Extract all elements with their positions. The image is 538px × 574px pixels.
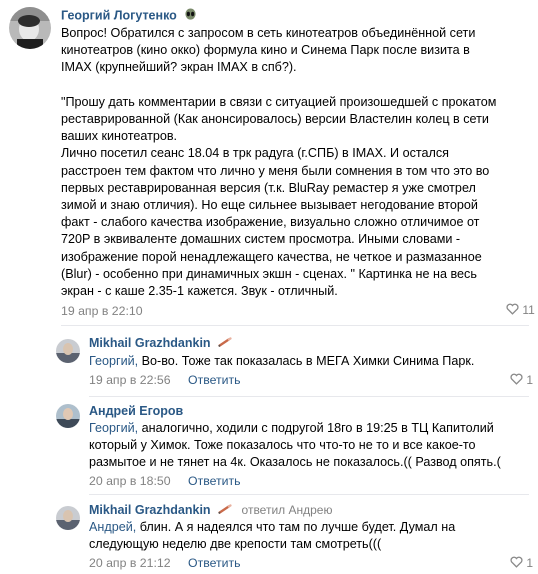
avatar[interactable] bbox=[56, 404, 80, 428]
like-button[interactable]: 11 bbox=[506, 303, 535, 318]
heart-icon bbox=[510, 373, 523, 388]
date-link[interactable]: 20 апр в 18:50 bbox=[89, 474, 171, 488]
text-line: расстроен тем фактом что лично у меня бы… bbox=[61, 163, 490, 178]
comment-author[interactable]: Mikhail Grazhdankin ответил Андрею bbox=[89, 503, 332, 518]
like-button[interactable]: 1 bbox=[510, 556, 533, 571]
comment-meta: 19 апр в 22:56 Ответить bbox=[89, 373, 241, 387]
author-name[interactable]: Георгий Логутенко bbox=[61, 8, 177, 22]
reply-button[interactable]: Ответить bbox=[188, 373, 241, 387]
comment-meta: 20 апр в 18:50 Ответить bbox=[89, 474, 241, 488]
divider bbox=[89, 494, 529, 495]
text-line: Вопрос! Обратился с запросом в сеть кино… bbox=[61, 26, 476, 40]
author-name[interactable]: Mikhail Grazhdankin bbox=[89, 336, 211, 350]
comment-1: Георгий Логутенко Вопрос! Обратился с за… bbox=[0, 0, 538, 320]
comment-text: Андрей, блин. А я надеялся что там по лу… bbox=[89, 519, 455, 553]
comment-4: Mikhail Grazhdankin ответил Андрею Андре… bbox=[0, 498, 538, 574]
mention-link[interactable]: Георгий, bbox=[89, 421, 138, 435]
pencil-icon bbox=[218, 336, 232, 351]
divider bbox=[61, 325, 529, 326]
text-line: зимой и знаю отличия). Но еще сильнее вы… bbox=[61, 198, 478, 213]
comment-text: Вопрос! Обратился с запросом в сеть кино… bbox=[61, 25, 496, 300]
text-line: IMAX (крупнейший? экран IMAX в спб?). bbox=[61, 60, 297, 75]
text-line: аналогично, ходили с подругой 18го в 19:… bbox=[138, 421, 494, 435]
comment-3: Андрей Егоров Георгий, аналогично, ходил… bbox=[0, 400, 538, 492]
text-line: 720P в эквиваленте домашних систем просм… bbox=[61, 232, 461, 247]
avatar[interactable] bbox=[56, 339, 80, 363]
pencil-icon bbox=[218, 503, 232, 518]
text-line: кинотеатров (кино окко) формула кино и С… bbox=[61, 43, 470, 58]
divider bbox=[89, 396, 529, 397]
text-line: блин. А я надеялся что там по лучше буде… bbox=[136, 520, 456, 534]
like-count: 11 bbox=[522, 303, 535, 317]
text-line: реставрированной (Как анонсировалось) ве… bbox=[61, 112, 489, 126]
comment-meta: 20 апр в 21:12 Ответить bbox=[89, 556, 241, 570]
date-link[interactable]: 19 апр в 22:56 bbox=[89, 373, 171, 387]
avatar[interactable] bbox=[56, 506, 80, 530]
like-button[interactable]: 1 bbox=[510, 373, 533, 388]
like-count: 1 bbox=[526, 556, 534, 570]
text-line: который у Химок. Тоже показалось что что… bbox=[89, 438, 476, 453]
comment-author[interactable]: Mikhail Grazhdankin bbox=[89, 336, 232, 351]
text-line: (Blur) - особенно при динамичных экшн - … bbox=[61, 266, 477, 281]
comment-author[interactable]: Андрей Егоров bbox=[89, 404, 183, 418]
author-name[interactable]: Mikhail Grazhdankin bbox=[89, 503, 211, 517]
reply-button[interactable]: Ответить bbox=[188, 556, 241, 570]
reply-to-link[interactable]: ответил Андрею bbox=[242, 503, 333, 517]
reply-button[interactable]: Ответить bbox=[188, 474, 241, 488]
text-line: размытое и не тянет на 4к. Оказалось не … bbox=[89, 455, 501, 470]
comment-text: Георгий, аналогично, ходили с подругой 1… bbox=[89, 420, 501, 472]
text-line: "Прошу дать комментарии в связи с ситуац… bbox=[61, 94, 497, 109]
text-line: изображение порой ненадлежащего качества… bbox=[61, 249, 482, 264]
mention-link[interactable]: Андрей, bbox=[89, 520, 136, 534]
avatar-image bbox=[9, 7, 51, 49]
text-line: первых реставрированная версия (т.к. Blu… bbox=[61, 180, 476, 195]
avatar[interactable] bbox=[9, 7, 51, 49]
date-link[interactable]: 20 апр в 21:12 bbox=[89, 556, 171, 570]
alien-icon bbox=[184, 8, 197, 24]
text-line: следующую неделю две крепости там смотре… bbox=[89, 537, 382, 552]
date-link[interactable]: 19 апр в 22:10 bbox=[61, 304, 143, 318]
avatar-image bbox=[56, 506, 80, 530]
comment-date[interactable]: 19 апр в 22:10 bbox=[61, 304, 143, 318]
text-line: Лично посетил сеанс 18.04 в трк радуга (… bbox=[61, 146, 449, 161]
author-name[interactable]: Андрей Егоров bbox=[89, 404, 183, 418]
comment-author[interactable]: Георгий Логутенко bbox=[61, 8, 197, 24]
text-line: ваших кинотеатров. bbox=[61, 129, 178, 144]
comment-text: Георгий, Во-во. Тоже так показалась в МЕ… bbox=[89, 353, 474, 370]
comment-2: Mikhail Grazhdankin Георгий, Во-во. Тоже… bbox=[0, 330, 538, 392]
avatar-image bbox=[56, 339, 80, 363]
mention-link[interactable]: Георгий, bbox=[89, 354, 138, 368]
avatar-image bbox=[56, 404, 80, 428]
heart-icon bbox=[510, 556, 523, 571]
like-count: 1 bbox=[526, 373, 534, 387]
text-line: экран - с каше 2.35-1 кажется. Звук - от… bbox=[61, 284, 338, 299]
text-line: Во-во. Тоже так показалась в МЕГА Химки … bbox=[138, 354, 475, 368]
heart-icon bbox=[506, 303, 519, 318]
text-line: факт - слабого качества изображение, виз… bbox=[61, 215, 480, 230]
